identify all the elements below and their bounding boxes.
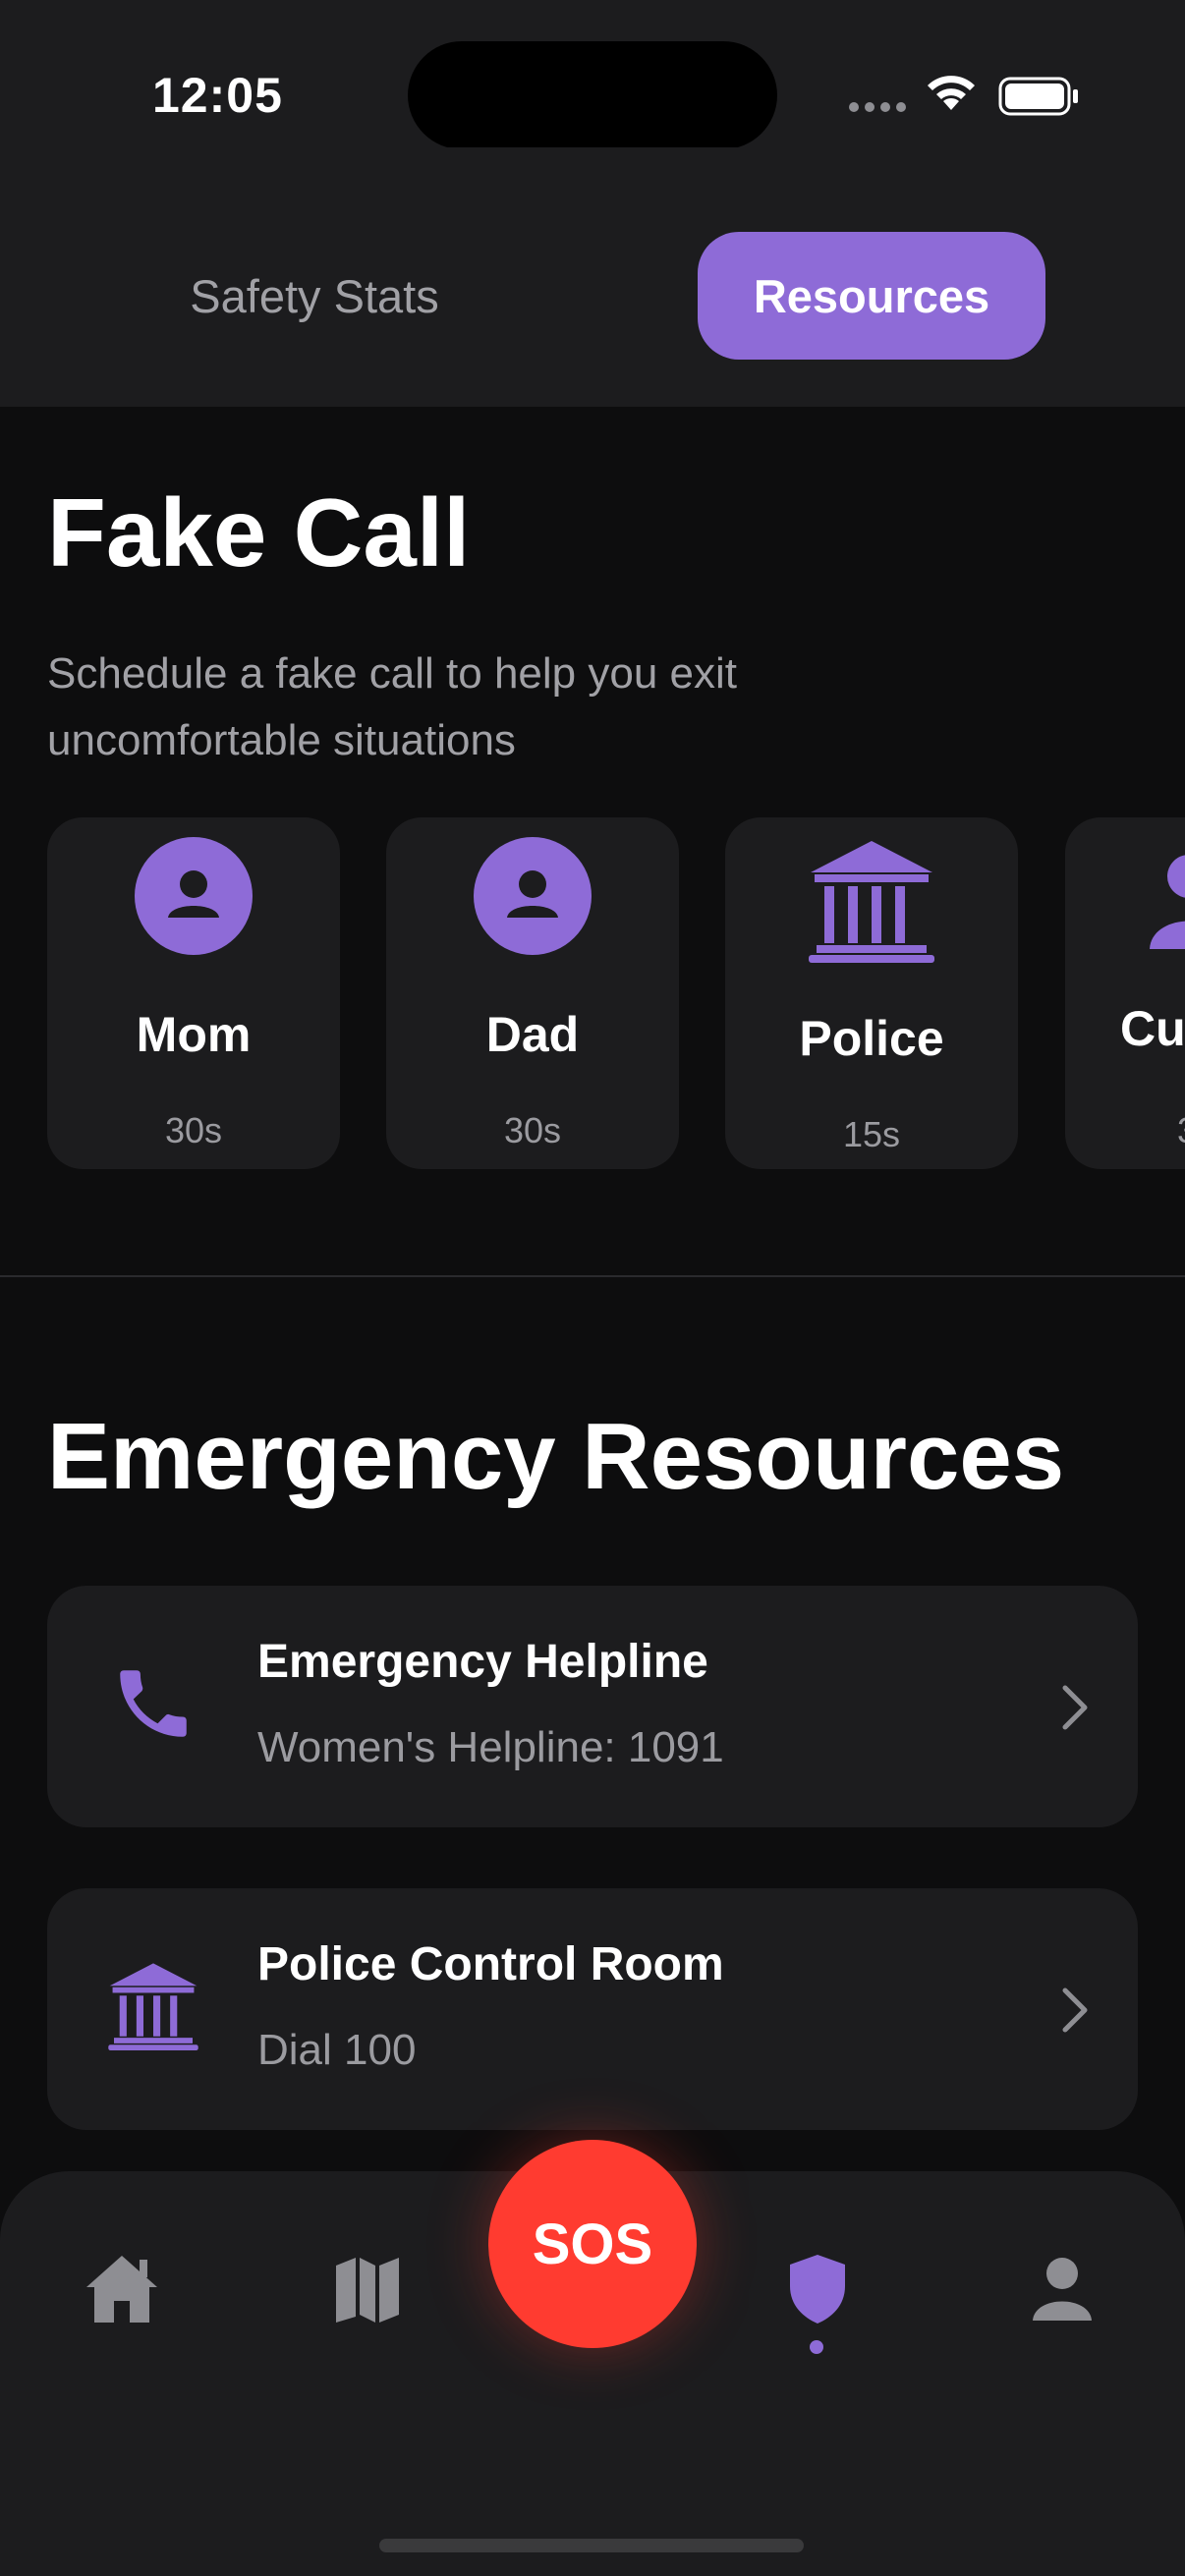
active-tab-indicator [810, 2340, 823, 2354]
cellular-signal-icon [849, 102, 906, 112]
resource-title: Police Control Room [257, 1938, 724, 1990]
emergency-resources-title: Emergency Resources [47, 1404, 1065, 1509]
section-divider [0, 1275, 1185, 1277]
wifi-icon [928, 76, 975, 110]
shield-icon [790, 2255, 845, 2324]
sos-button[interactable]: SOS [488, 2140, 697, 2348]
phone-icon [104, 1654, 202, 1753]
resource-subtitle: Dial 100 [257, 2026, 417, 2074]
police-building-icon [104, 1957, 202, 2055]
resource-subtitle: Women's Helpline: 1091 [257, 1723, 724, 1771]
resource-police-control-room[interactable]: Police Control Room Dial 100 [47, 1888, 1138, 2130]
caller-duration: 30s [164, 1110, 223, 1150]
caller-duration: 30s [503, 1110, 562, 1150]
segment-tabs: Safety Stats Resources [0, 147, 1185, 407]
caller-name: Cu [1120, 1001, 1185, 1056]
nav-profile[interactable] [1013, 2240, 1111, 2338]
fake-call-card-police[interactable]: Police 15s [725, 817, 1018, 1169]
home-indicator [379, 2539, 804, 2552]
nav-home[interactable] [73, 2240, 171, 2338]
person-icon [135, 837, 253, 955]
resource-title: Emergency Helpline [257, 1636, 708, 1688]
fake-call-card-custom[interactable]: Cu 3 [1065, 817, 1185, 1169]
dynamic-island [408, 41, 777, 149]
fake-call-description: Schedule a fake call to help you exit un… [47, 649, 738, 764]
nav-safety[interactable] [768, 2240, 867, 2338]
resource-emergency-helpline[interactable]: Emergency Helpline Women's Helpline: 109… [47, 1586, 1138, 1827]
fake-call-card-dad[interactable]: Dad 30s [386, 817, 679, 1169]
status-time: 12:05 [152, 68, 283, 123]
caller-duration: 15s [842, 1114, 901, 1154]
person-icon [474, 837, 592, 955]
caller-name: Dad [485, 1007, 580, 1062]
fake-call-card-mom[interactable]: Mom 30s [47, 817, 340, 1169]
person-icon [1150, 855, 1185, 949]
fake-call-title: Fake Call [47, 478, 471, 587]
nav-map[interactable] [318, 2240, 417, 2338]
tab-resources[interactable]: Resources [698, 232, 1045, 360]
status-bar: 12:05 [0, 0, 1185, 149]
person-icon [1033, 2258, 1092, 2321]
battery-icon [998, 77, 1078, 116]
caller-name: Mom [136, 1007, 252, 1062]
map-icon [336, 2258, 399, 2323]
caller-duration: 3 [1177, 1110, 1185, 1151]
chevron-right-icon [1062, 1988, 1088, 2033]
tab-safety-stats[interactable]: Safety Stats [138, 232, 491, 360]
home-icon [86, 2256, 157, 2323]
chevron-right-icon [1062, 1685, 1088, 1730]
caller-name: Police [799, 1011, 944, 1066]
police-building-icon [809, 841, 934, 963]
